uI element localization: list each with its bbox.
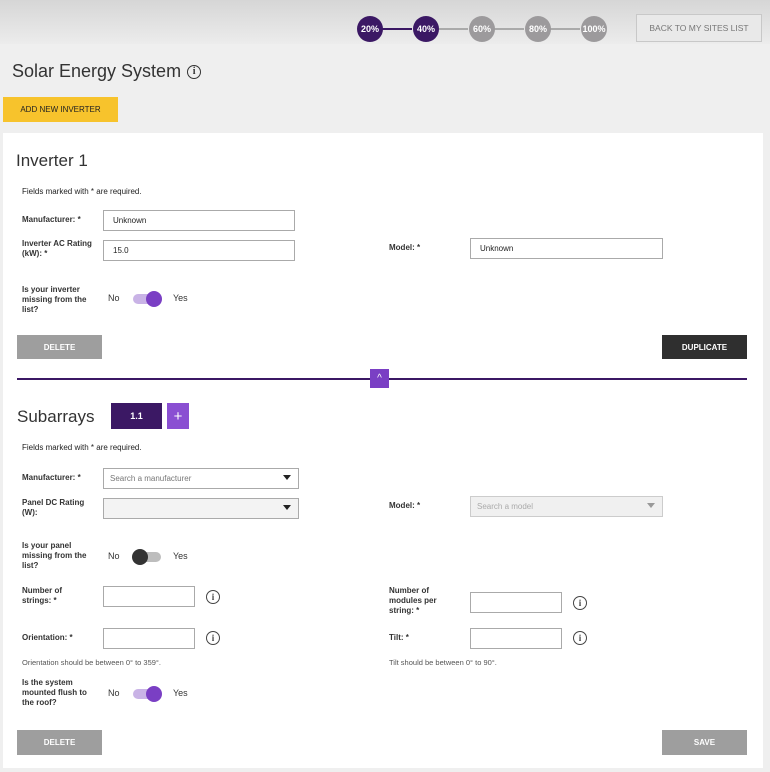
- modules-info-icon[interactable]: i: [573, 596, 587, 610]
- panel-dc-rating-select[interactable]: [103, 498, 299, 519]
- toggle-no-label: No: [108, 688, 120, 698]
- modules-per-string-input[interactable]: [470, 592, 562, 613]
- orientation-info-icon[interactable]: i: [206, 631, 220, 645]
- tilt-input[interactable]: [470, 628, 562, 649]
- add-new-inverter-button[interactable]: ADD NEW INVERTER: [3, 97, 118, 122]
- toggle-yes-label: Yes: [173, 293, 188, 303]
- panel-model-label: Model: *: [389, 501, 421, 510]
- modules-per-string-label: Number of modules per string: *: [389, 586, 437, 615]
- toggle-knob: [132, 549, 148, 565]
- toggle-yes-label: Yes: [173, 688, 188, 698]
- subarray-tab-1-1[interactable]: 1.1: [111, 403, 162, 429]
- toggle-knob: [146, 686, 162, 702]
- chevron-down-icon: [283, 475, 291, 480]
- inverter-ac-rating-label: Inverter AC Rating (kW): *: [22, 239, 92, 258]
- progress-step-40[interactable]: 40%: [413, 16, 439, 42]
- required-note: Fields marked with * are required.: [22, 187, 142, 196]
- strings-input[interactable]: [103, 586, 195, 607]
- toggle-no-label: No: [108, 551, 120, 561]
- inverter-ac-rating-input[interactable]: 15.0: [103, 240, 295, 261]
- progress-line: [382, 28, 412, 30]
- strings-info-icon[interactable]: i: [206, 590, 220, 604]
- inverter-model-label: Model: *: [389, 243, 421, 252]
- info-icon[interactable]: i: [187, 64, 202, 79]
- inverter-missing-label: Is your inverter missing from the list?: [22, 285, 87, 314]
- panel-model-placeholder: Search a model: [477, 502, 534, 511]
- inverter-missing-toggle[interactable]: [133, 291, 162, 307]
- inverter-manufacturer-label: Manufacturer: *: [22, 215, 81, 224]
- inverter-manufacturer-input[interactable]: Unknown: [103, 210, 295, 231]
- orientation-hint: Orientation should be between 0° to 359°…: [22, 658, 162, 667]
- panel-manufacturer-label: Manufacturer: *: [22, 473, 81, 482]
- panel-manufacturer-placeholder: Search a manufacturer: [110, 474, 192, 483]
- orientation-input[interactable]: [103, 628, 195, 649]
- inverter-duplicate-button[interactable]: DUPLICATE: [662, 335, 747, 359]
- subarrays-title: Subarrays: [17, 407, 95, 426]
- page-title: Solar Energy System i: [12, 61, 202, 82]
- flush-mount-label: Is the system mounted flush to the roof?: [22, 678, 87, 707]
- inverter-delete-button[interactable]: DELETE: [17, 335, 102, 359]
- inverter-model-input[interactable]: Unknown: [470, 238, 663, 259]
- subarray-delete-button[interactable]: DELETE: [17, 730, 102, 755]
- orientation-label: Orientation: *: [22, 633, 73, 642]
- tilt-label: Tilt: *: [389, 633, 409, 642]
- toggle-knob: [146, 291, 162, 307]
- flush-mount-toggle[interactable]: [133, 686, 162, 702]
- collapse-chevron-icon[interactable]: ^: [370, 369, 389, 388]
- progress-line: [438, 28, 468, 30]
- toggle-no-label: No: [108, 293, 120, 303]
- panel-model-select[interactable]: Search a model: [470, 496, 663, 517]
- strings-label: Number of strings: *: [22, 586, 62, 605]
- inverter-panel: Inverter 1 Fields marked with * are requ…: [3, 133, 763, 768]
- progress-line: [550, 28, 580, 30]
- progress-step-20[interactable]: 20%: [357, 16, 383, 42]
- chevron-down-icon: [647, 503, 655, 508]
- panel-manufacturer-select[interactable]: Search a manufacturer: [103, 468, 299, 489]
- page-title-text: Solar Energy System: [12, 61, 182, 81]
- progress-step-80[interactable]: 80%: [525, 16, 551, 42]
- toggle-yes-label: Yes: [173, 551, 188, 561]
- progress-step-60[interactable]: 60%: [469, 16, 495, 42]
- subarray-save-button[interactable]: SAVE: [662, 730, 747, 755]
- panel-dc-rating-label: Panel DC Rating (W):: [22, 498, 85, 517]
- inverter-title: Inverter 1: [16, 151, 88, 170]
- tilt-hint: Tilt should be between 0° to 90°.: [389, 658, 497, 667]
- required-note: Fields marked with * are required.: [22, 443, 142, 452]
- panel-missing-label: Is your panel missing from the list?: [22, 541, 87, 570]
- panel-missing-toggle[interactable]: [132, 549, 161, 565]
- chevron-down-icon: [283, 505, 291, 510]
- tilt-info-icon[interactable]: i: [573, 631, 587, 645]
- back-to-sites-button[interactable]: BACK TO MY SITES LIST: [636, 14, 762, 42]
- add-subarray-button[interactable]: +: [167, 403, 189, 429]
- progress-step-100[interactable]: 100%: [581, 16, 607, 42]
- progress-line: [494, 28, 524, 30]
